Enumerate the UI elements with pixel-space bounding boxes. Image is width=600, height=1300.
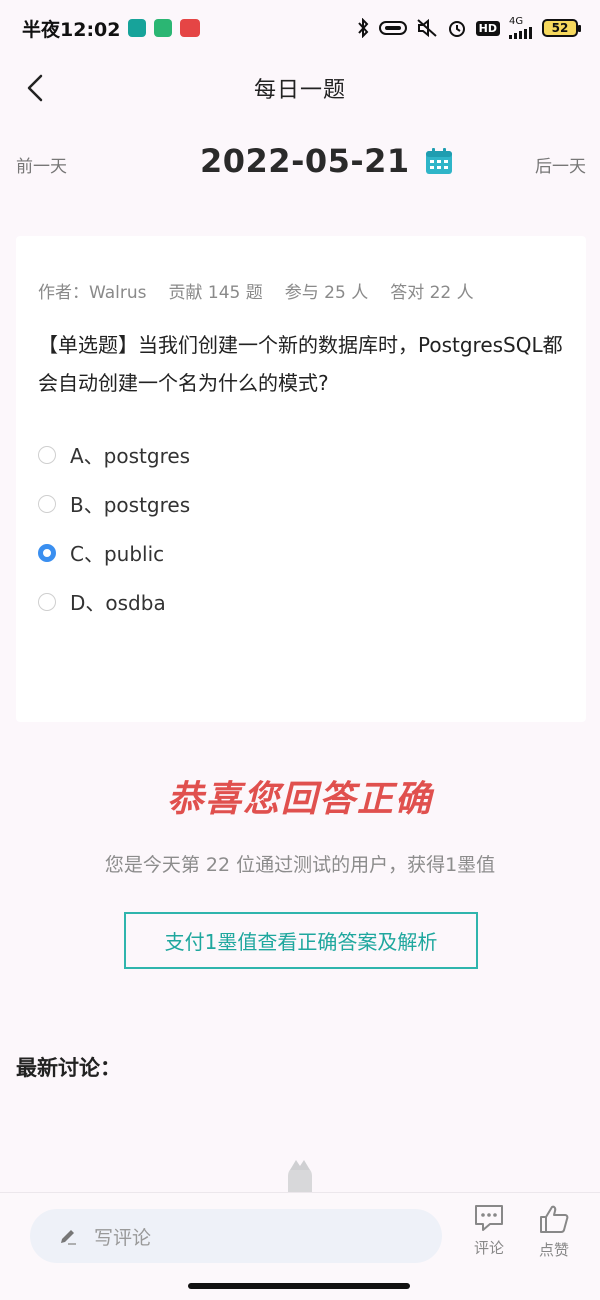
- like-button[interactable]: 点赞: [524, 1203, 584, 1273]
- question-card: 作者：Walrus 贡献 145 题 参与 25 人 答对 22 人 【单选题】…: [16, 236, 586, 722]
- author-label[interactable]: 作者：Walrus: [38, 278, 146, 303]
- mute-icon: [416, 18, 438, 38]
- back-button[interactable]: [20, 72, 50, 104]
- comment-placeholder: 写评论: [94, 1226, 152, 1249]
- date-center: 2022-05-21: [200, 142, 454, 180]
- comment-input[interactable]: 写评论: [30, 1209, 442, 1263]
- comment-button[interactable]: 评论: [459, 1203, 519, 1273]
- battery-level: 52: [551, 21, 569, 35]
- option-c-label: C、public: [70, 542, 165, 566]
- option-a[interactable]: A、postgres: [38, 430, 538, 479]
- next-day-button[interactable]: 后一天: [535, 152, 586, 177]
- security-app-icon: [154, 19, 173, 37]
- contributed-count: 贡献 145 题: [168, 283, 263, 303]
- news-app-icon: [180, 19, 201, 37]
- home-indicator[interactable]: [188, 1283, 410, 1289]
- status-bar: 半夜12:02 HD 4G 52: [0, 0, 600, 56]
- comment-label: 评论: [473, 1239, 504, 1257]
- battery-icon: 52: [542, 19, 581, 37]
- network-type: 4G: [509, 16, 524, 27]
- participants-count: 参与 25 人: [284, 283, 369, 303]
- pencil-icon: [61, 1230, 76, 1245]
- option-c[interactable]: C、public: [38, 528, 538, 577]
- calendar-icon[interactable]: [424, 146, 454, 176]
- result-title: 恭喜您回答正确: [166, 779, 433, 820]
- page-title: 每日一题: [253, 78, 346, 103]
- status-time: 半夜12:02: [22, 18, 121, 41]
- prev-day-button[interactable]: 前一天: [16, 152, 67, 177]
- option-d[interactable]: D、osdba: [38, 577, 538, 626]
- hd-icon: HD: [475, 20, 500, 36]
- option-b-label: B、postgres: [70, 493, 191, 517]
- pay-view-answer-button[interactable]: 支付1墨值查看正确答案及解析: [124, 912, 478, 969]
- question-text: 【单选题】当我们创建一个新的数据库时，PostgresSQL都会自动创建一个名为…: [38, 333, 563, 395]
- option-d-label: D、osdba: [70, 591, 166, 615]
- question-meta: 作者：Walrus 贡献 145 题 参与 25 人 答对 22 人: [38, 278, 474, 303]
- hd-label: HD: [475, 20, 500, 36]
- comment-icon: [475, 1205, 503, 1231]
- status-right: HD 4G 52: [356, 17, 581, 39]
- carrier-app-icon: [128, 19, 147, 37]
- date-navigation: 前一天 2022-05-21 后一天: [0, 138, 600, 190]
- discussion-title: 最新讨论：: [16, 1056, 121, 1080]
- empty-state-icon: [288, 1160, 312, 1192]
- like-label: 点赞: [538, 1241, 569, 1259]
- radio-c-selected[interactable]: [38, 543, 56, 562]
- radio-a[interactable]: [38, 445, 56, 464]
- thumbs-up-icon: [540, 1205, 569, 1233]
- chevron-left-icon: [27, 74, 43, 102]
- alarm-icon: [447, 18, 467, 38]
- signal-icon: 4G: [509, 17, 533, 39]
- radio-d[interactable]: [38, 592, 56, 611]
- status-left: 半夜12:02: [22, 15, 201, 42]
- options-list: A、postgres B、postgres C、public D、osdba: [38, 430, 538, 626]
- option-b[interactable]: B、postgres: [38, 479, 538, 528]
- header: 每日一题: [0, 60, 600, 116]
- radio-b[interactable]: [38, 494, 56, 513]
- option-a-label: A、postgres: [70, 444, 191, 468]
- bluetooth-icon: [356, 18, 370, 38]
- link-icon: [378, 20, 407, 36]
- result-subtitle: 您是今天第 22 位通过测试的用户，获得1墨值: [104, 854, 496, 876]
- correct-count: 答对 22 人: [390, 283, 474, 303]
- current-date: 2022-05-21: [200, 142, 410, 180]
